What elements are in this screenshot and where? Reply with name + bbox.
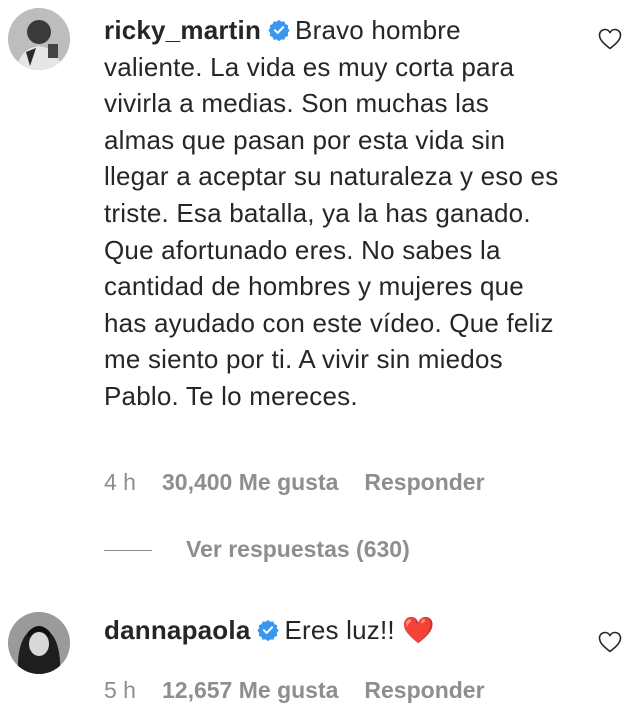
heart-outline-icon[interactable] <box>598 631 622 653</box>
comment-text: ricky_martin Bravo hombre valiente. La vi… <box>104 12 564 415</box>
comment-meta: 4 h 30,400 Me gusta Responder <box>104 469 485 496</box>
avatar-photo <box>8 8 70 70</box>
avatar[interactable] <box>8 8 70 70</box>
comment-text: dannapaola Eres luz!! ❤️ <box>104 612 564 649</box>
likes-count[interactable]: 30,400 Me gusta <box>162 469 338 496</box>
comment-body: Eres luz!! <box>284 615 395 645</box>
avatar-photo <box>8 612 70 674</box>
heart-outline-icon[interactable] <box>598 28 622 50</box>
comment-time[interactable]: 4 h <box>104 469 136 496</box>
comment-body: Bravo hombre valiente. La vida es muy co… <box>104 15 559 411</box>
username[interactable]: ricky_martin <box>104 15 261 45</box>
avatar[interactable] <box>8 612 70 674</box>
verified-badge-icon <box>268 14 290 42</box>
comment-time[interactable]: 5 h <box>104 677 136 704</box>
username[interactable]: dannapaola <box>104 615 250 645</box>
likes-count[interactable]: 12,657 Me gusta <box>162 677 338 704</box>
comment-meta: 5 h 12,657 Me gusta Responder <box>104 677 485 704</box>
reply-button[interactable]: Responder <box>364 677 484 704</box>
replies-divider <box>104 550 152 552</box>
reply-button[interactable]: Responder <box>364 469 484 496</box>
verified-badge-icon <box>257 614 280 642</box>
view-replies-button[interactable]: Ver respuestas (630) <box>104 536 410 563</box>
view-replies-label: Ver respuestas (630) <box>186 536 410 562</box>
red-heart-emoji: ❤️ <box>402 615 435 645</box>
